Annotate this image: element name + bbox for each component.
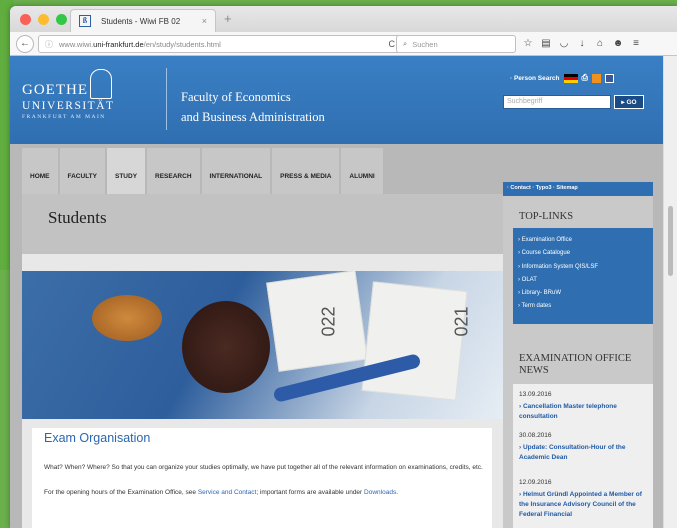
search-icon: ⌕ — [403, 39, 408, 48]
stamp-base — [182, 301, 270, 393]
chat-icon[interactable]: ☻ — [612, 35, 624, 53]
zoom-window-button[interactable] — [56, 14, 67, 25]
reading-list-icon[interactable]: ▤ — [540, 35, 552, 53]
web-page: GOETHE UNIVERSITÄT FRANKFURT AM MAIN Fac… — [10, 56, 663, 528]
toplink-item[interactable]: › Examination Office — [518, 234, 648, 247]
toplink-item[interactable]: › Term dates — [518, 300, 648, 313]
nav-faculty[interactable]: FACULTY — [59, 148, 105, 194]
news-heading: NEWS — [519, 508, 549, 519]
hero-image: 022 021 — [22, 271, 503, 419]
url-bar[interactable]: ⓘ www.wiwi. uni-frankfurt.de/en/study/stu… — [38, 35, 402, 53]
logo-universitaet[interactable]: UNIVERSITÄT — [22, 100, 115, 112]
exam-paragraph-2: For the opening hours of the Examination… — [44, 488, 489, 498]
nav-study[interactable]: STUDY — [107, 148, 146, 194]
site-search-input[interactable]: Suchbegriff — [503, 95, 611, 109]
exam-office-heading-2: NEWS — [519, 365, 549, 376]
exam-text: For the opening hours of the Examination… — [44, 489, 198, 496]
url-host: uni-frankfurt.de — [93, 39, 144, 49]
exam-card — [361, 281, 468, 401]
toolbar-icons: ☆ ▤ ◡ ↓ ⌂ ☻ ≡ — [522, 35, 642, 53]
exam-paragraph-1: What? When? Where? So that you can organ… — [44, 464, 483, 471]
bookmark-star-icon[interactable]: ☆ — [522, 35, 534, 53]
print-icon[interactable]: ⎙ — [582, 73, 588, 83]
person-search-link[interactable]: · Person Search — [510, 75, 560, 82]
header-utility-row: · Person Search ⎙ — [510, 73, 614, 83]
facebook-icon[interactable] — [604, 73, 614, 83]
back-button[interactable]: ← — [16, 35, 34, 53]
reload-icon[interactable]: C — [389, 39, 396, 49]
url-prefix: www.wiwi. — [59, 39, 94, 49]
show-all-exam-news-link[interactable]: › Show All Examination Office News — [520, 477, 631, 484]
site-search-go-button[interactable]: ▸ GO — [614, 95, 644, 109]
tab-bar: ß Students - Wiwi FB 02 × + — [10, 6, 677, 32]
url-path: /en/study/students.html — [143, 39, 221, 49]
window-controls — [20, 14, 67, 25]
navigation-toolbar: ← ⓘ www.wiwi. uni-frankfurt.de/en/study/s… — [10, 32, 677, 56]
toplink-item[interactable]: › Course Catalogue — [518, 247, 648, 260]
scrollbar-thumb[interactable] — [668, 206, 673, 276]
faculty-line-2: and Business Administration — [181, 110, 325, 124]
nav-press-media[interactable]: PRESS & MEDIA — [272, 148, 340, 194]
toplinks-list: › Examination Office › Course Catalogue … — [513, 228, 653, 324]
service-contact-link[interactable]: Service and Contact — [198, 489, 257, 496]
german-flag-icon[interactable] — [563, 73, 578, 83]
minimize-window-button[interactable] — [38, 14, 49, 25]
close-window-button[interactable] — [20, 14, 31, 25]
news-date: 30.08.2016 — [519, 432, 552, 439]
browser-window: ß Students - Wiwi FB 02 × + ← ⓘ www.wiwi… — [10, 6, 677, 528]
university-favicon-icon: ß — [79, 15, 91, 27]
page-title: Students — [48, 208, 107, 227]
card-number: 021 — [451, 306, 472, 337]
tab-title: Students - Wiwi FB 02 — [101, 16, 181, 26]
exam-card — [266, 271, 368, 372]
nav-alumni[interactable]: ALUMNI — [341, 148, 383, 194]
news-link[interactable]: › Cancellation Master telephone consulta… — [519, 402, 649, 422]
toplink-item[interactable]: › OLAT — [518, 274, 648, 287]
faculty-line-1: Faculty of Economics — [181, 90, 291, 104]
nav-research[interactable]: RESEARCH — [147, 148, 200, 194]
news-date: 13.09.2016 — [519, 391, 552, 398]
utility-links[interactable]: · Contact · Typo3 · Sitemap — [503, 182, 653, 196]
exam-text: . — [396, 489, 399, 496]
nav-international[interactable]: INTERNATIONAL — [201, 148, 271, 194]
exam-text: ; important forms are available under — [256, 489, 365, 496]
logo-goethe[interactable]: GOETHE — [22, 82, 88, 99]
tab-close-icon[interactable]: × — [202, 16, 207, 26]
page-scrollbar[interactable] — [663, 56, 677, 528]
pocket-icon[interactable]: ◡ — [558, 35, 570, 53]
logo-frankfurt: FRANKFURT AM MAIN — [22, 114, 106, 120]
exam-organisation-title[interactable]: Exam Organisation — [44, 431, 150, 445]
home-icon[interactable]: ⌂ — [594, 35, 606, 53]
card-number: 022 — [318, 306, 339, 337]
toplink-item[interactable]: › Library- BRuW — [518, 287, 648, 300]
stamp-handle — [92, 295, 162, 341]
goethe-bust-icon — [90, 69, 112, 99]
main-navigation: HOME FACULTY STUDY RESEARCH INTERNATIONA… — [22, 148, 383, 194]
news-panel — [513, 524, 653, 528]
browser-search-placeholder: Suchen — [412, 39, 438, 49]
browser-search-field[interactable]: ⌕ Suchen — [396, 35, 516, 53]
toplink-item[interactable]: › Information System QIS/LSF — [518, 261, 648, 274]
toplinks-heading: TOP-LINKS — [519, 211, 574, 222]
download-icon[interactable]: ↓ — [576, 35, 588, 53]
exam-office-heading: EXAMINATION OFFICE — [519, 353, 632, 364]
downloads-link[interactable]: Downloads — [364, 489, 396, 496]
faculty-name[interactable]: Faculty of Economics and Business Admini… — [181, 87, 325, 127]
info-icon[interactable]: ⓘ — [45, 39, 53, 50]
menu-icon[interactable]: ≡ — [630, 35, 642, 53]
new-tab-button[interactable]: + — [224, 11, 232, 26]
header-divider — [166, 68, 167, 130]
nav-home[interactable]: HOME — [22, 148, 58, 194]
news-link[interactable]: › Update: Consultation-Hour of the Acade… — [519, 443, 649, 463]
browser-tab[interactable]: ß Students - Wiwi FB 02 × — [70, 9, 216, 32]
rss-icon[interactable] — [591, 73, 601, 83]
